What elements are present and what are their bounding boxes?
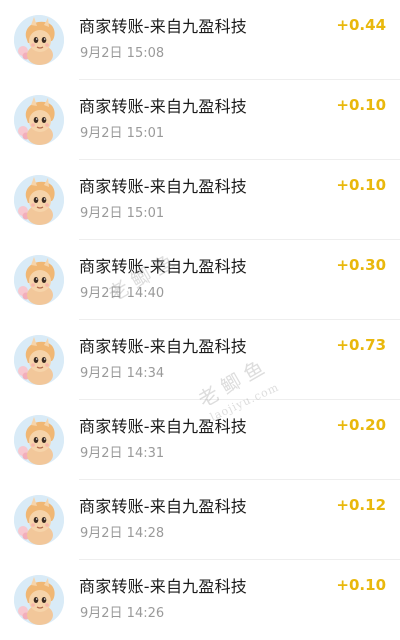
transaction-row[interactable]: 商家转账-来自九盈科技 9月2日 14:28 +0.12 — [0, 480, 400, 560]
pony-avatar-icon — [14, 335, 64, 385]
pony-avatar-icon — [14, 175, 64, 225]
transaction-title: 商家转账-来自九盈科技 — [79, 97, 247, 116]
pony-avatar-icon — [14, 575, 64, 625]
transaction-time: 9月2日 15:08 — [80, 46, 165, 61]
transaction-amount: +0.10 — [336, 176, 386, 194]
pony-avatar-icon — [14, 415, 64, 465]
transaction-amount: +0.10 — [336, 96, 386, 114]
transaction-amount: +0.44 — [336, 16, 386, 34]
transaction-row[interactable]: 商家转账-来自九盈科技 9月2日 14:34 +0.73 — [0, 320, 400, 400]
transaction-amount: +0.10 — [336, 576, 386, 594]
transaction-row[interactable]: 商家转账-来自九盈科技 9月2日 14:26 +0.10 — [0, 560, 400, 640]
transaction-time: 9月2日 15:01 — [80, 206, 165, 221]
transaction-row[interactable]: 商家转账-来自九盈科技 9月2日 15:01 +0.10 — [0, 80, 400, 160]
transaction-title: 商家转账-来自九盈科技 — [79, 17, 247, 36]
transaction-row[interactable]: 商家转账-来自九盈科技 9月2日 14:31 +0.20 — [0, 400, 400, 480]
transaction-row[interactable]: 商家转账-来自九盈科技 9月2日 14:40 +0.30 — [0, 240, 400, 320]
transaction-time: 9月2日 14:34 — [80, 366, 165, 381]
pony-avatar-icon — [14, 495, 64, 545]
transaction-time: 9月2日 15:01 — [80, 126, 165, 141]
transaction-row[interactable]: 商家转账-来自九盈科技 9月2日 15:08 +0.44 — [0, 0, 400, 80]
pony-avatar-icon — [14, 95, 64, 145]
transaction-title: 商家转账-来自九盈科技 — [79, 497, 247, 516]
transaction-title: 商家转账-来自九盈科技 — [79, 577, 247, 596]
transaction-time: 9月2日 14:40 — [80, 286, 165, 301]
transaction-title: 商家转账-来自九盈科技 — [79, 417, 247, 436]
transaction-title: 商家转账-来自九盈科技 — [79, 257, 247, 276]
transaction-time: 9月2日 14:28 — [80, 526, 165, 541]
transaction-list: 商家转账-来自九盈科技 9月2日 15:08 +0.44 商家转账-来自九盈科技… — [0, 0, 400, 640]
transaction-title: 商家转账-来自九盈科技 — [79, 337, 247, 356]
pony-avatar-icon — [14, 15, 64, 65]
transaction-row[interactable]: 商家转账-来自九盈科技 9月2日 15:01 +0.10 — [0, 160, 400, 240]
transaction-title: 商家转账-来自九盈科技 — [79, 177, 247, 196]
transaction-amount: +0.20 — [336, 416, 386, 434]
transaction-time: 9月2日 14:31 — [80, 446, 165, 461]
transaction-time: 9月2日 14:26 — [80, 606, 165, 621]
transaction-amount: +0.12 — [336, 496, 386, 514]
transaction-amount: +0.30 — [336, 256, 386, 274]
transaction-amount: +0.73 — [336, 336, 386, 354]
pony-avatar-icon — [14, 255, 64, 305]
